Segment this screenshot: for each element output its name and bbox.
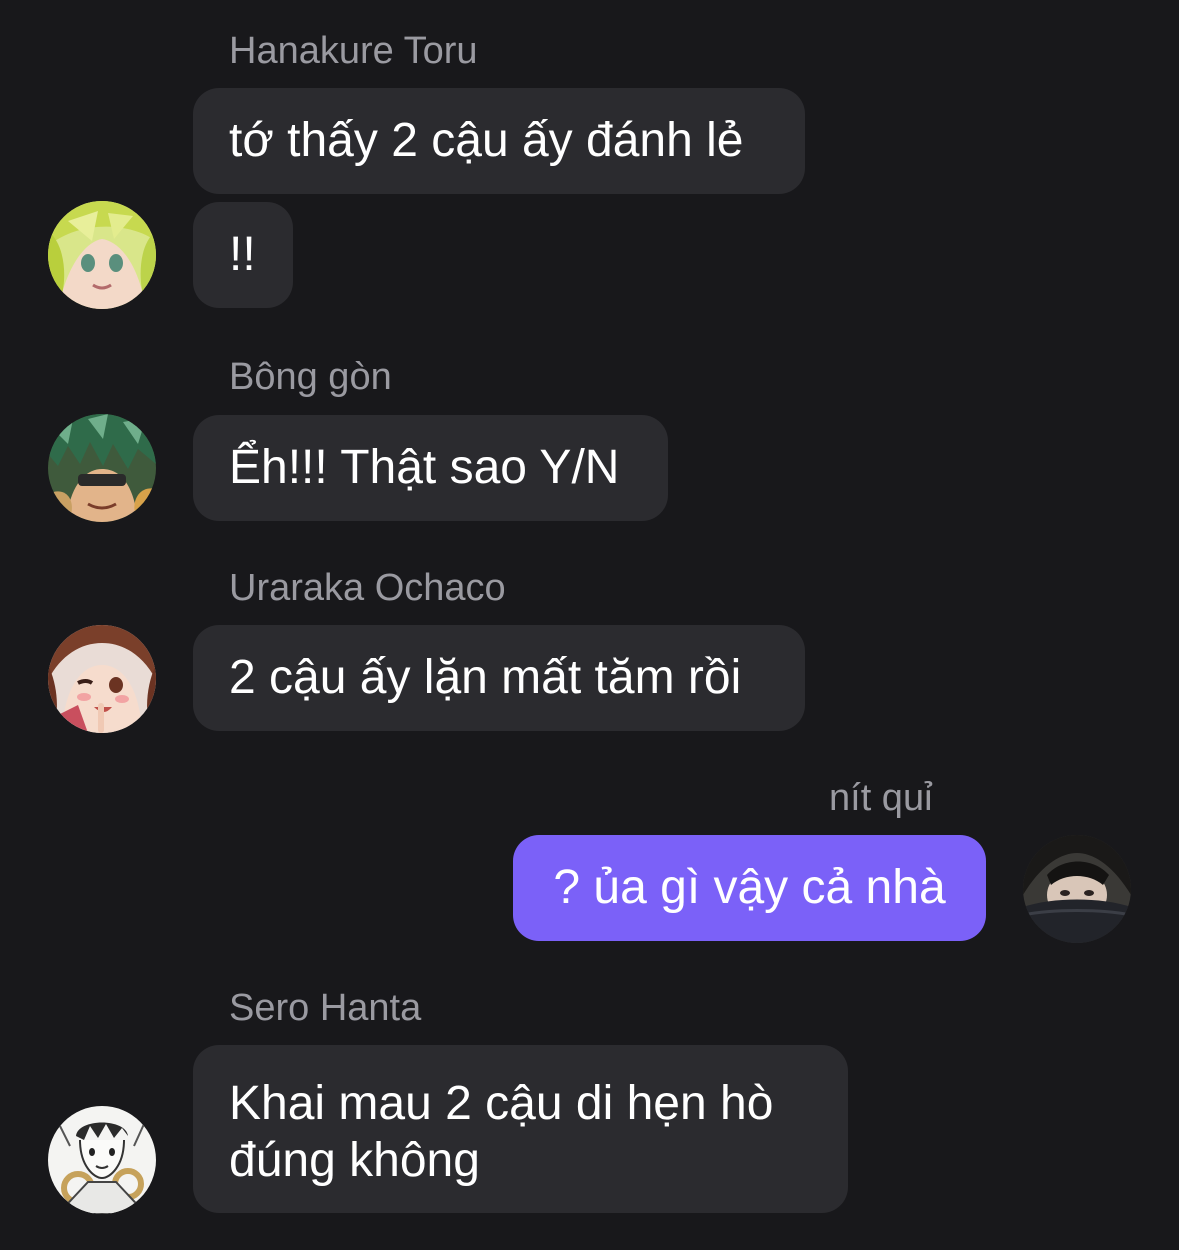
message-bubble[interactable]: 2 cậu ấy lặn mất tăm rồi xyxy=(193,625,805,731)
sender-name: Bông gòn xyxy=(229,356,392,398)
avatar-manga-sketch-boy-icon[interactable] xyxy=(48,1106,156,1214)
message-bubble[interactable]: Ểh!!! Thật sao Y/N xyxy=(193,415,668,521)
message-bubble[interactable]: tớ thấy 2 cậu ấy đánh lẻ xyxy=(193,88,805,194)
sender-name: Hanakure Toru xyxy=(229,30,478,72)
sender-name: Uraraka Ochaco xyxy=(229,567,506,609)
message-bubble-outgoing[interactable]: ? ủa gì vậy cả nhà xyxy=(513,835,986,941)
message-bubble[interactable]: Khai mau 2 cậu di hẹn hò đúng không xyxy=(193,1045,848,1213)
avatar-brown-haired-anime-girl-icon[interactable] xyxy=(48,625,156,733)
avatar-green-haired-anime-boy-icon[interactable] xyxy=(48,414,156,522)
avatar-dark-photo-girl-icon[interactable] xyxy=(1023,835,1131,943)
avatar-blonde-anime-girl-icon[interactable] xyxy=(48,201,156,309)
sender-name: Sero Hanta xyxy=(229,987,422,1029)
message-bubble[interactable]: !! xyxy=(193,202,293,308)
sender-name: nít quỉ xyxy=(829,777,933,819)
